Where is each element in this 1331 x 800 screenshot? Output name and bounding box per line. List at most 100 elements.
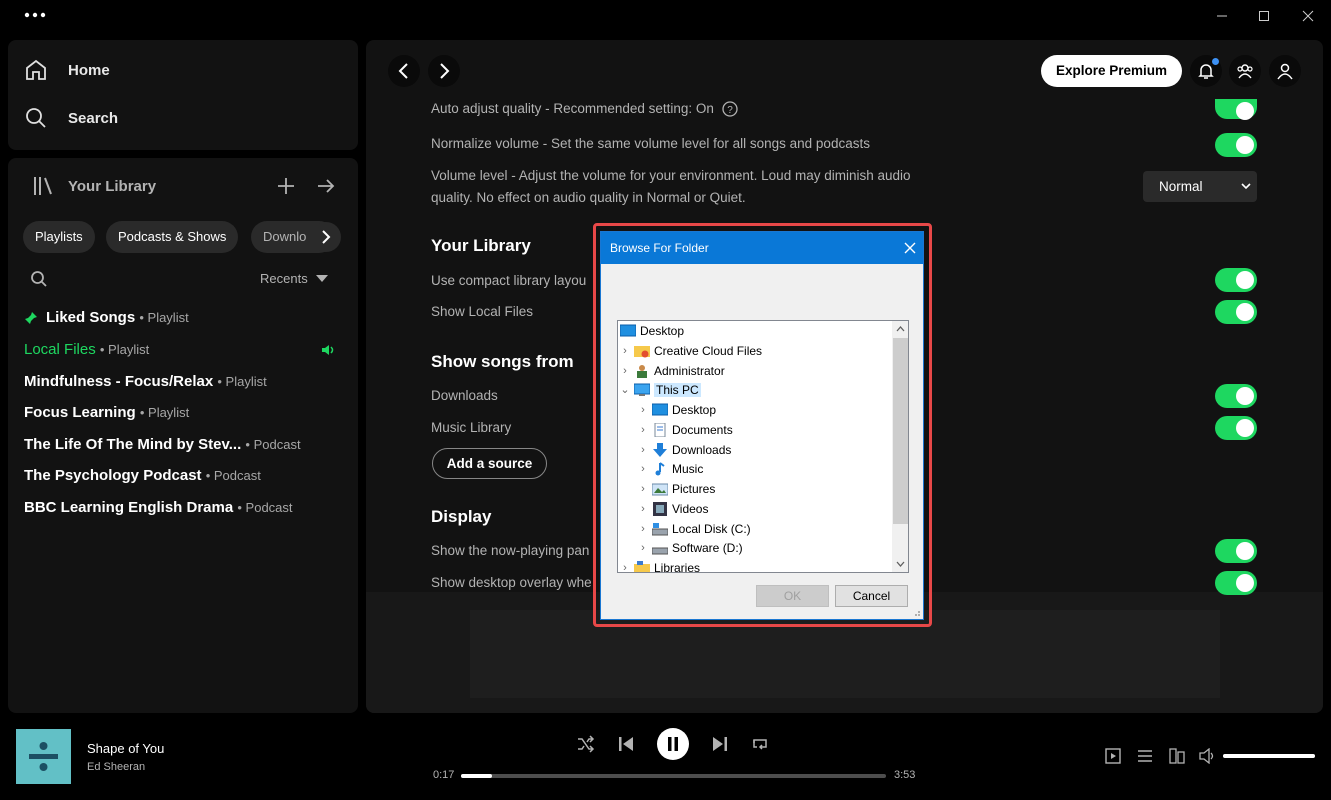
- scroll-thumb[interactable]: [893, 338, 908, 524]
- chevron-down-icon: [1241, 183, 1251, 190]
- tree-item-label: Administrator: [654, 363, 725, 378]
- chevron-right-icon[interactable]: ›: [636, 444, 650, 456]
- cancel-button[interactable]: Cancel: [835, 585, 908, 607]
- progress-bar[interactable]: [461, 774, 886, 778]
- chevron-right-icon[interactable]: ›: [618, 365, 632, 377]
- library-search-icon[interactable]: [30, 270, 48, 288]
- tree-item-administrator[interactable]: › Administrator: [618, 361, 725, 380]
- library-item-title: The Life Of The Mind by Stev...: [24, 436, 242, 453]
- library-item-title: BBC Learning English Drama: [24, 499, 234, 516]
- tree-item-label: Desktop: [672, 402, 717, 417]
- tree-item-pictures[interactable]: › Pictures: [636, 479, 715, 498]
- chevron-right-icon[interactable]: ›: [636, 404, 650, 416]
- toggle-overlay[interactable]: [1215, 571, 1257, 595]
- volume-slider[interactable]: [1223, 754, 1315, 758]
- setting-show-local: Show Local Files: [431, 304, 534, 319]
- tree-item-creative-cloud[interactable]: › Creative Cloud Files: [618, 341, 762, 360]
- close-window-icon[interactable]: [1298, 6, 1318, 26]
- library-item-life-of-mind[interactable]: The Life Of The Mind by Stev... • Podcas…: [24, 436, 301, 453]
- setting-auto-adjust-label: Auto adjust quality - Recommended settin…: [431, 101, 714, 116]
- toggle-downloads[interactable]: [1215, 384, 1257, 408]
- chevron-right-icon[interactable]: ›: [618, 562, 632, 573]
- tree-item-desktop[interactable]: › Desktop: [636, 400, 716, 419]
- minimize-icon[interactable]: [1212, 6, 1232, 26]
- filter-scroll-button[interactable]: [311, 222, 341, 252]
- shuffle-icon[interactable]: [577, 735, 595, 753]
- add-source-button[interactable]: Add a source: [432, 448, 547, 479]
- volume-level-value: Normal: [1159, 179, 1203, 194]
- ok-button[interactable]: OK: [756, 585, 829, 607]
- nav-search[interactable]: Search: [24, 106, 118, 130]
- toggle-now-playing[interactable]: [1215, 539, 1257, 563]
- track-artist[interactable]: Ed Sheeran: [87, 761, 145, 773]
- chevron-right-icon[interactable]: ›: [636, 523, 650, 535]
- library-item-mindfulness[interactable]: Mindfulness - Focus/Relax • Playlist: [24, 373, 267, 390]
- creative-cloud-icon: [634, 345, 650, 357]
- forward-button[interactable]: [428, 55, 460, 87]
- tree-scrollbar[interactable]: [892, 321, 908, 572]
- queue-icon[interactable]: [1137, 748, 1153, 764]
- tree-item-label: Documents: [672, 422, 733, 437]
- tree-item-software[interactable]: › Software (D:): [636, 538, 743, 557]
- dialog-close-icon[interactable]: [904, 242, 916, 254]
- volume-icon[interactable]: [1199, 748, 1217, 764]
- tree-item-videos[interactable]: › Videos: [636, 499, 708, 518]
- library-item-focus[interactable]: Focus Learning • Playlist: [24, 404, 189, 421]
- library-item-psychology[interactable]: The Psychology Podcast • Podcast: [24, 467, 261, 484]
- volume-level-select[interactable]: Normal: [1143, 171, 1257, 202]
- repeat-icon[interactable]: [751, 735, 769, 753]
- help-icon[interactable]: ?: [722, 101, 738, 117]
- next-icon[interactable]: [712, 735, 728, 753]
- filter-chip-playlists[interactable]: Playlists: [23, 221, 95, 253]
- tree-item-desktop-root[interactable]: Desktop: [618, 321, 684, 340]
- library-item-liked[interactable]: Liked Songs • Playlist: [24, 309, 189, 326]
- chevron-right-icon[interactable]: ›: [618, 345, 632, 357]
- back-button[interactable]: [388, 55, 420, 87]
- tree-item-music[interactable]: › Music: [636, 459, 703, 478]
- friend-activity-button[interactable]: [1229, 55, 1261, 87]
- now-playing-view-icon[interactable]: [1105, 748, 1121, 764]
- chevron-right-icon[interactable]: ›: [636, 542, 650, 554]
- library-item-local-files[interactable]: Local Files • Playlist: [24, 341, 149, 358]
- chevron-right-icon[interactable]: ›: [636, 483, 650, 495]
- maximize-icon[interactable]: [1254, 6, 1274, 26]
- toggle-auto-adjust[interactable]: [1215, 99, 1257, 120]
- chevron-down-icon[interactable]: ⌄: [618, 383, 632, 396]
- album-art[interactable]: [16, 729, 71, 784]
- chevron-right-icon[interactable]: ›: [636, 424, 650, 436]
- sort-dropdown[interactable]: Recents: [260, 271, 328, 286]
- more-dots-icon[interactable]: [24, 12, 46, 18]
- tree-item-local-disk[interactable]: › Local Disk (C:): [636, 519, 751, 538]
- nav-home[interactable]: Home: [24, 58, 110, 82]
- plus-icon[interactable]: [276, 176, 296, 196]
- tree-item-documents[interactable]: › Documents: [636, 420, 733, 439]
- setting-normalize: Normalize volume - Set the same volume l…: [431, 136, 870, 151]
- player-bar: Shape of You Ed Sheeran 0:17 3:53: [0, 720, 1331, 800]
- tree-item-label: Software (D:): [672, 540, 743, 555]
- tree-item-this-pc[interactable]: ⌄ This PC: [618, 380, 701, 399]
- tree-item-downloads[interactable]: › Downloads: [636, 440, 731, 459]
- sort-label: Recents: [260, 271, 308, 286]
- previous-icon[interactable]: [618, 735, 634, 753]
- filter-chip-podcasts[interactable]: Podcasts & Shows: [106, 221, 239, 253]
- chevron-right-icon[interactable]: ›: [636, 463, 650, 475]
- toggle-compact[interactable]: [1215, 268, 1257, 292]
- folder-tree[interactable]: Desktop › Creative Cloud Files › Adminis…: [617, 320, 909, 573]
- toggle-music-library[interactable]: [1215, 416, 1257, 440]
- notifications-button[interactable]: [1190, 55, 1222, 87]
- pause-button[interactable]: [657, 728, 689, 760]
- toggle-normalize[interactable]: [1215, 133, 1257, 157]
- track-title[interactable]: Shape of You: [87, 741, 164, 756]
- library-header[interactable]: Your Library: [32, 174, 156, 198]
- chevron-right-icon[interactable]: ›: [636, 503, 650, 515]
- arrow-right-icon[interactable]: [316, 176, 336, 196]
- scroll-down-icon[interactable]: [896, 561, 905, 567]
- scroll-up-icon[interactable]: [896, 326, 905, 332]
- connect-device-icon[interactable]: [1169, 748, 1185, 764]
- profile-button[interactable]: [1269, 55, 1301, 87]
- library-item-bbc[interactable]: BBC Learning English Drama • Podcast: [24, 499, 293, 516]
- tree-item-libraries[interactable]: › Libraries: [618, 558, 700, 573]
- explore-premium-button[interactable]: Explore Premium: [1041, 55, 1182, 87]
- resize-grip-icon[interactable]: [911, 607, 921, 617]
- toggle-show-local[interactable]: [1215, 300, 1257, 324]
